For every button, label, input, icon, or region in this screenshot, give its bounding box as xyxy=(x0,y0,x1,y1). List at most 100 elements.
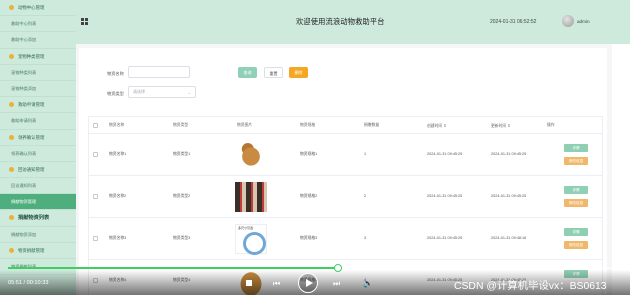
detail-button[interactable]: 详情 xyxy=(564,228,588,236)
name-label: 物资名称 xyxy=(107,71,124,76)
edit-button[interactable]: 修改信息 xyxy=(564,241,588,249)
sidebar-item-adopt-confirm-manage[interactable]: 领养确认管理 xyxy=(0,130,76,146)
sidebar-item-material-donate-manage[interactable]: 物资捐献管理 xyxy=(0,243,76,259)
sidebar-item-label: 救助中心添加 xyxy=(11,37,37,43)
cell-updated: 2024-01-31 09:45:25 xyxy=(491,194,527,198)
content-card: 物资名称 物资类型 请选择 ⌄ 查询 重置 删除 物资名称 物资类型 物资图片 … xyxy=(79,48,607,295)
row-checkbox[interactable] xyxy=(93,152,98,157)
item-image[interactable]: 多尺寸可选 xyxy=(235,224,267,255)
sidebar-item-pet-type-manage[interactable]: 宠物种类管理 xyxy=(0,49,76,65)
cell-name: 物资名称2 xyxy=(109,194,127,198)
cell-qty: 3 xyxy=(364,236,367,240)
sidebar-item-label: 救助申请管理 xyxy=(18,102,45,108)
header-datetime: 2024-01-31 06:52:52 xyxy=(490,19,537,25)
cell-updated: 2024-01-31 09:45:25 xyxy=(491,152,527,156)
reset-button[interactable]: 重置 xyxy=(264,67,283,78)
sidebar-item-visit-notice-list[interactable]: 回访通知列表 xyxy=(0,178,76,195)
sidebar-item-pet-type-list[interactable]: 宠物种类列表 xyxy=(0,65,76,81)
row-checkbox[interactable] xyxy=(93,194,98,199)
sidebar-item-label: 领养确认列表 xyxy=(11,150,37,156)
edit-button[interactable]: 修改信息 xyxy=(564,157,588,165)
item-image[interactable] xyxy=(235,140,267,170)
sidebar-item-donation-add[interactable]: 捐献物资添加 xyxy=(0,227,76,243)
sidebar-item-donation-list[interactable]: 捐献物资列表 xyxy=(0,210,76,227)
sidebar-item-rescue-apply-manage[interactable]: 救助申请管理 xyxy=(0,97,76,114)
column-header[interactable]: 物资规格 xyxy=(300,123,315,128)
select-all-checkbox[interactable] xyxy=(93,123,98,128)
sidebar-item-label: 回访通知列表 xyxy=(11,183,37,189)
chevron-down-icon: ⌄ xyxy=(187,90,191,95)
sidebar-item-rescue-center-add[interactable]: 救助中心添加 xyxy=(0,32,76,49)
column-header[interactable]: 物资类型 xyxy=(173,123,188,128)
menu-grid-icon[interactable] xyxy=(81,18,88,25)
sidebar-item-rescue-center-list[interactable]: 救助中心列表 xyxy=(0,16,76,33)
table-header: 物资名称 物资类型 物资图片 物资规格 捐赠数量 创建时间 ⇕ 更新时间 ⇕ 操… xyxy=(88,116,603,134)
table-row[interactable]: 物资名称2 物资类型2 物资规格2 2 2024-01-31 09:45:25 … xyxy=(88,176,603,218)
sidebar-item-pet-type-add[interactable]: 宠物种类添加 xyxy=(0,81,76,98)
image-caption: 多尺寸可选 xyxy=(238,226,254,230)
name-input[interactable] xyxy=(128,66,190,78)
cell-type: 物资类型3 xyxy=(173,236,191,240)
search-button[interactable]: 查询 xyxy=(238,67,257,78)
table-row[interactable]: 物资名称3 物资类型3 多尺寸可选 物资规格3 3 2024-01-31 09:… xyxy=(88,218,603,260)
volume-icon[interactable]: 🔈 xyxy=(363,279,373,288)
detail-button[interactable]: 详情 xyxy=(564,144,588,152)
cell-qty: 2 xyxy=(364,194,367,198)
table-row[interactable]: 物资名称1 物资类型1 物资规格1 1 2024-01-31 09:45:25 … xyxy=(88,134,603,176)
column-header: 操作 xyxy=(547,123,555,127)
sidebar-item-donation-manage[interactable]: 捐献物资管理 xyxy=(0,194,76,211)
edit-button[interactable]: 修改信息 xyxy=(564,199,588,207)
sidebar-item-label: 宠物种类管理 xyxy=(18,53,45,59)
cell-created: 2024-01-31 09:45:25 xyxy=(427,152,463,156)
column-header[interactable]: 更新时间 ⇕ xyxy=(491,123,510,129)
sidebar-item-label: 物资捐献管理 xyxy=(18,247,45,253)
sidebar-item-label: 捐献物资列表 xyxy=(18,215,50,222)
sidebar-item-rescue-apply-list[interactable]: 救助申请列表 xyxy=(0,113,76,130)
delete-button[interactable]: 删除 xyxy=(289,67,308,78)
previous-icon[interactable]: ⏮ xyxy=(273,279,280,289)
item-image[interactable] xyxy=(235,182,267,212)
cell-created: 2024-01-31 09:45:25 xyxy=(427,194,463,198)
sidebar-item-label: 领养确认管理 xyxy=(18,134,45,140)
type-select[interactable]: 请选择 ⌄ xyxy=(128,86,196,98)
page-title: 欢迎使用流浪动物救助平台 xyxy=(296,17,385,26)
video-time: 05:51 / 00:10:33 xyxy=(8,280,49,286)
cell-qty: 1 xyxy=(364,152,367,156)
column-header[interactable]: 物资名称 xyxy=(109,123,124,128)
play-button[interactable] xyxy=(298,273,318,293)
folder-icon xyxy=(9,247,14,253)
cell-updated: 2024-01-31 09:48:16 xyxy=(491,236,527,240)
watermark: CSDN @计算机毕设vx：BS0613 xyxy=(454,281,607,292)
sidebar-item-adopt-confirm-list[interactable]: 领养确认列表 xyxy=(0,146,76,162)
sidebar-item-label: 捐献物资管理 xyxy=(11,199,37,205)
folder-icon xyxy=(9,53,14,59)
content-panel: 物资名称 物资类型 请选择 ⌄ 查询 重置 删除 物资名称 物资类型 物资图片 … xyxy=(76,44,612,295)
column-header[interactable]: 物资图片 xyxy=(237,123,252,128)
column-header[interactable]: 创建时间 ⇕ xyxy=(427,123,446,129)
sidebar-item-visit-notice-manage[interactable]: 回访通知管理 xyxy=(0,162,76,179)
avatar[interactable] xyxy=(562,15,574,27)
cell-spec: 物资规格3 xyxy=(300,236,318,240)
video-progress-fill xyxy=(8,267,339,269)
detail-button[interactable]: 详情 xyxy=(564,186,588,194)
sidebar-item-label: 宠物种类添加 xyxy=(11,85,37,91)
sidebar-item-label: 救助中心列表 xyxy=(11,21,37,27)
sidebar-item-label: 捐献物资添加 xyxy=(11,231,37,237)
sidebar-item-label: 救助申请列表 xyxy=(11,118,37,124)
sidebar-item-rescue-center-manage[interactable]: 动物中心管理 xyxy=(0,0,76,17)
cell-spec: 物资规格2 xyxy=(300,194,318,198)
next-icon[interactable]: ⏭ xyxy=(333,279,340,289)
sidebar-item-label: 回访通知管理 xyxy=(18,166,45,172)
type-select-placeholder: 请选择 xyxy=(133,89,145,94)
cell-type: 物资类型1 xyxy=(173,152,191,156)
row-checkbox[interactable] xyxy=(93,236,98,241)
sidebar-item-label: 动物中心管理 xyxy=(18,5,45,10)
column-header[interactable]: 捐赠数量 xyxy=(364,123,379,128)
top-header: 欢迎使用流浪动物救助平台 2024-01-31 06:52:52 admin xyxy=(76,0,630,44)
username[interactable]: admin xyxy=(577,19,590,24)
cell-name: 物资名称1 xyxy=(109,152,127,156)
cell-spec: 物资规格1 xyxy=(300,152,318,156)
stop-icon[interactable] xyxy=(246,280,252,286)
type-label: 物资类型 xyxy=(107,91,124,96)
folder-icon xyxy=(9,134,14,140)
